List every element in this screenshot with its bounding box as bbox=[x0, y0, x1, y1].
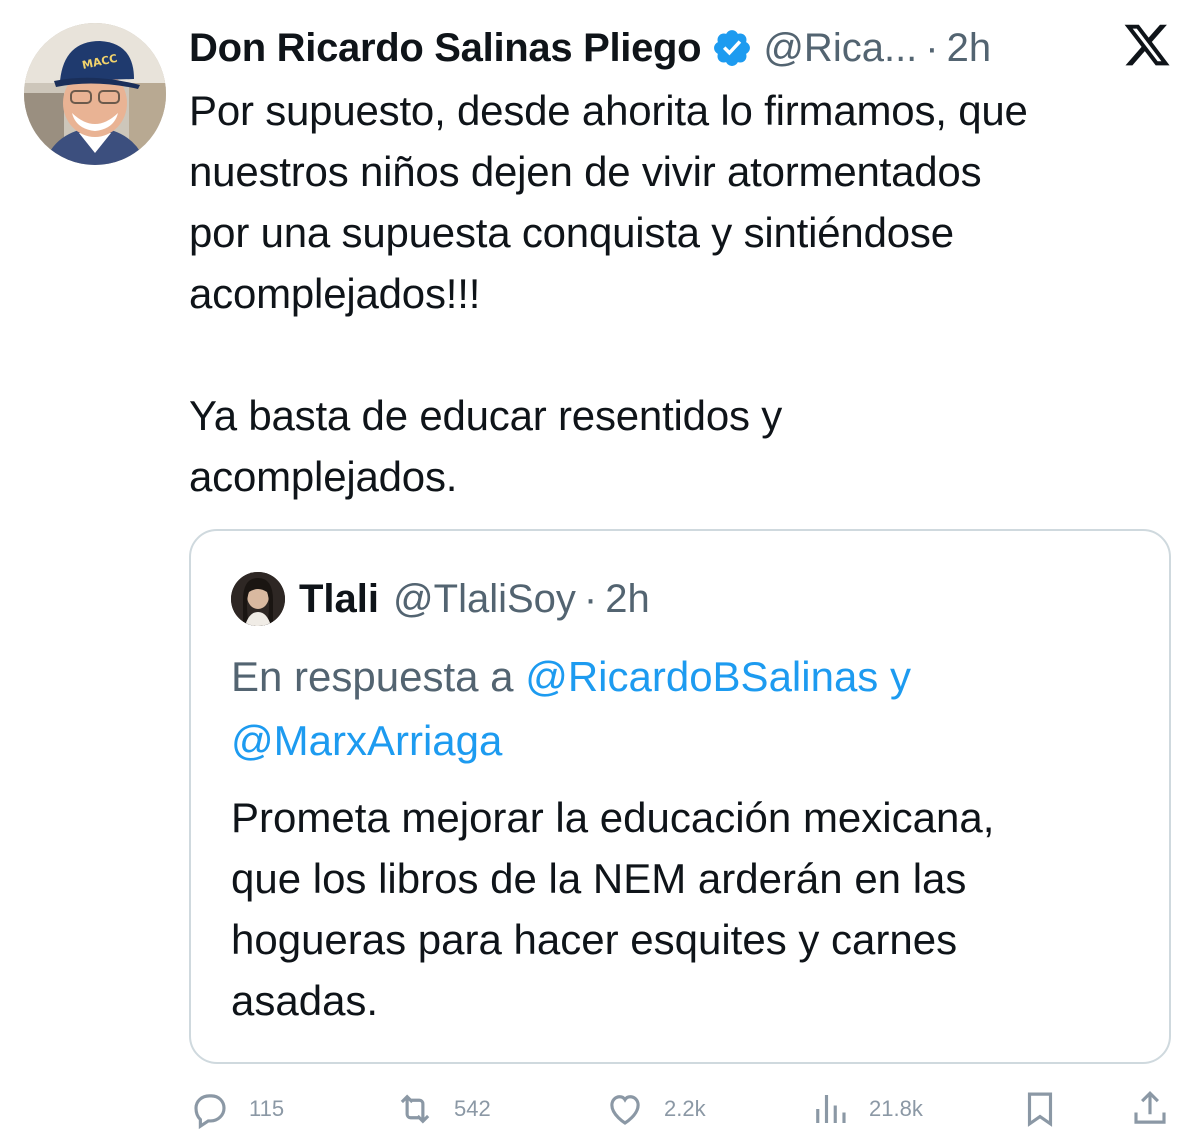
quote-author-handle[interactable]: @TlaliSoy bbox=[393, 577, 576, 622]
reply-count: 115 bbox=[249, 1096, 285, 1121]
views-icon bbox=[816, 1095, 846, 1123]
quoted-tweet-card[interactable]: Tlali @TlaliSoy · 2h En respuesta a @Ric… bbox=[189, 529, 1171, 1064]
bookmark-button[interactable] bbox=[1019, 1088, 1061, 1130]
quote-text: Prometa mejorar la educación mexicana, q… bbox=[231, 794, 995, 1024]
repost-count: 542 bbox=[454, 1096, 491, 1121]
tweet-timestamp[interactable]: 2h bbox=[947, 26, 992, 71]
reply-conjunction: y bbox=[878, 653, 911, 700]
author-handle[interactable]: @Rica... bbox=[763, 26, 917, 71]
action-bar: 115 542 2.2k 21.8k bbox=[189, 1088, 1179, 1130]
separator-dot: · bbox=[925, 25, 939, 70]
share-button[interactable] bbox=[1129, 1088, 1171, 1130]
author-name[interactable]: Don Ricardo Salinas Pliego bbox=[189, 26, 702, 71]
like-button[interactable]: 2.2k bbox=[604, 1088, 706, 1130]
like-count: 2.2k bbox=[664, 1096, 706, 1121]
x-logo-icon[interactable] bbox=[1122, 20, 1172, 70]
quote-header: Tlali @TlaliSoy · 2h bbox=[299, 571, 650, 627]
reply-context: En respuesta a @RicardoBSalinas y @MarxAr… bbox=[231, 645, 1151, 773]
verified-badge-icon[interactable] bbox=[711, 27, 753, 69]
quote-timestamp[interactable]: 2h bbox=[605, 577, 650, 622]
tweet-header: Don Ricardo Salinas Pliego @Rica... · 2h bbox=[189, 20, 1189, 76]
author-avatar[interactable]: MACC bbox=[24, 23, 166, 165]
quote-separator-dot: · bbox=[583, 576, 598, 621]
bookmark-icon bbox=[1027, 1092, 1053, 1127]
views-count: 21.8k bbox=[869, 1096, 923, 1121]
views-button[interactable]: 21.8k bbox=[809, 1088, 923, 1130]
quote-author-avatar[interactable] bbox=[231, 572, 285, 626]
tweet-text: Por supuesto, desde ahorita lo firmamos,… bbox=[189, 87, 1028, 500]
reply-icon bbox=[194, 1094, 226, 1130]
repost-icon bbox=[400, 1094, 430, 1124]
share-icon bbox=[1134, 1091, 1166, 1124]
mention-marxarriaga[interactable]: @MarxArriaga bbox=[231, 717, 502, 764]
quote-author-name[interactable]: Tlali bbox=[299, 577, 379, 622]
reply-button[interactable]: 115 bbox=[189, 1088, 284, 1130]
mention-ricardobsalinas[interactable]: @RicardoBSalinas bbox=[525, 653, 878, 700]
heart-icon bbox=[610, 1095, 640, 1125]
reply-prefix: En respuesta a bbox=[231, 653, 526, 700]
repost-button[interactable]: 542 bbox=[394, 1088, 491, 1130]
